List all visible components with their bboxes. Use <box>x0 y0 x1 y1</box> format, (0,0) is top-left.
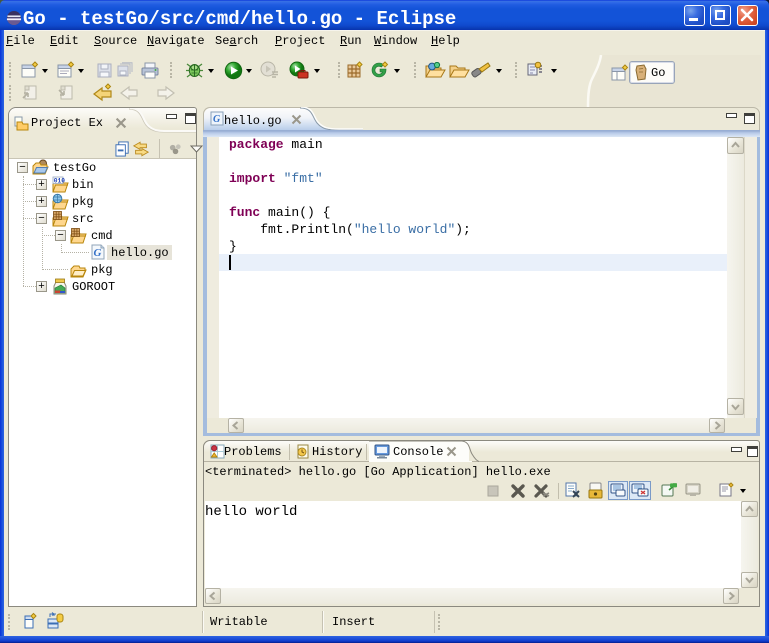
svg-text:010: 010 <box>54 178 65 185</box>
svg-text:G: G <box>213 114 221 125</box>
svg-text:G: G <box>94 247 102 259</box>
